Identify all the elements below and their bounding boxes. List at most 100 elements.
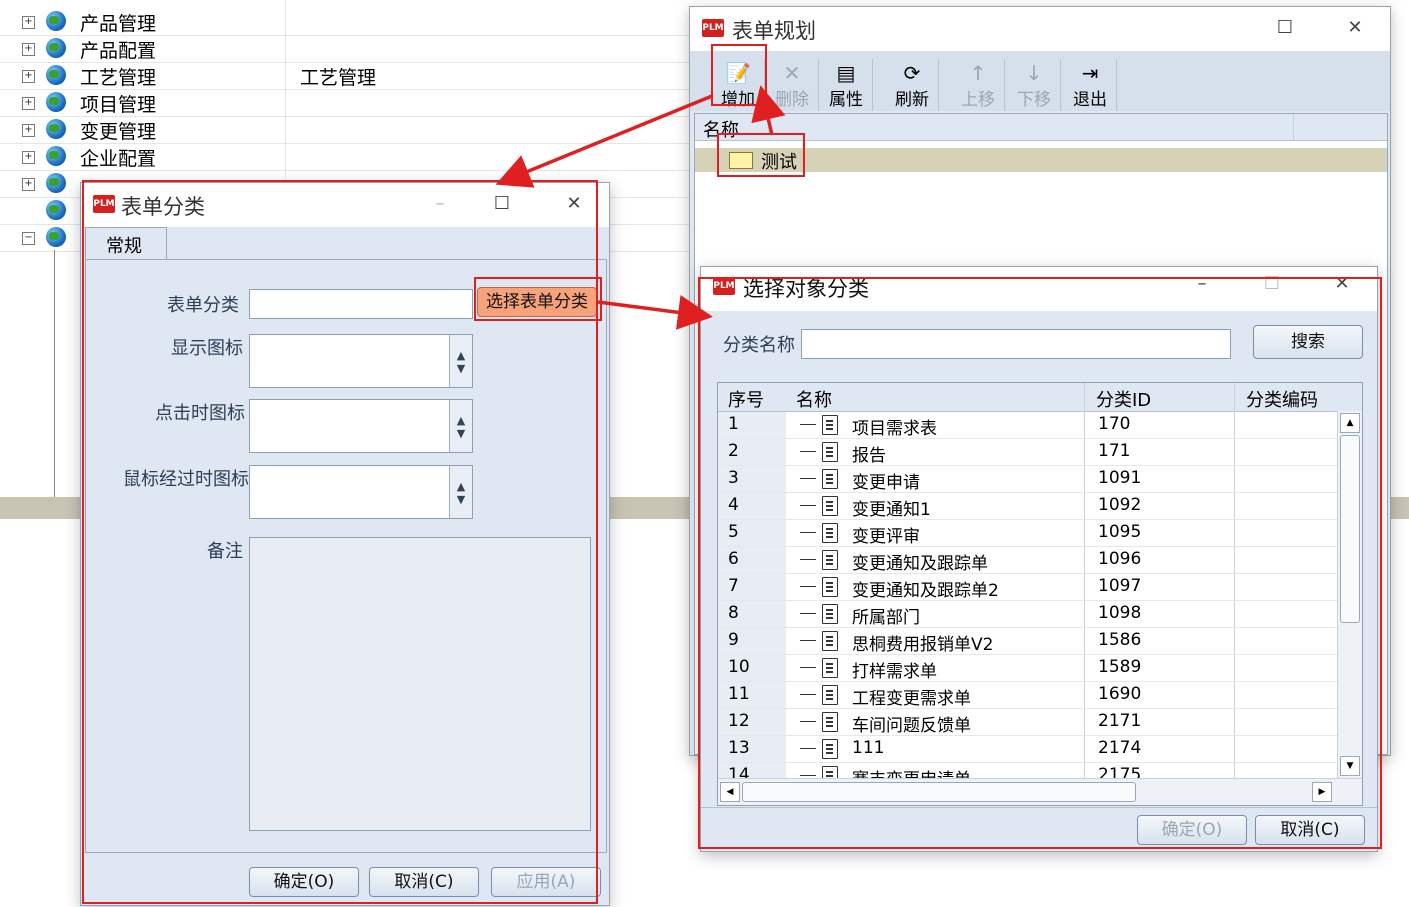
horizontal-scrollbar[interactable]: ◀ ▶ — [718, 778, 1362, 805]
plw-logo-icon: PLM — [713, 277, 735, 295]
table-row[interactable]: 1 项目需求表 170 — [718, 411, 1338, 439]
horizontal-scroll-thumb[interactable] — [742, 782, 1136, 802]
maximize-icon[interactable]: ☐ — [1272, 15, 1298, 41]
cell-name: 变更通知及跟踪单 — [852, 554, 988, 574]
scroll-right-icon[interactable]: ▶ — [1312, 782, 1332, 802]
display-icon-field[interactable]: ▲ ▼ — [249, 334, 473, 388]
select-category-button[interactable]: 选择表单分类 — [477, 287, 597, 317]
table-row[interactable]: 11 工程变更需求单 1690 — [718, 681, 1338, 709]
tree-row[interactable]: + 产品管理 — [0, 8, 700, 36]
cell-id: 1690 — [1098, 684, 1142, 704]
close-icon[interactable]: ✕ — [1329, 271, 1355, 297]
tree-connector — [800, 694, 816, 695]
table-row[interactable]: 3 变更申请 1091 — [718, 465, 1338, 493]
maximize-icon[interactable]: ☐ — [1259, 271, 1285, 297]
globe-icon — [46, 38, 66, 58]
category-table: 序号 名称 分类ID 分类编码 1 项目需求表 170 2 报告 171 3 变更申请 1091… — [717, 382, 1363, 806]
maximize-icon[interactable]: ☐ — [489, 191, 515, 217]
cell-name: 工程变更需求单 — [852, 689, 971, 709]
vertical-scrollbar[interactable]: ▲ ▼ — [1337, 411, 1362, 778]
table-row[interactable]: 4 变更通知1 1092 — [718, 492, 1338, 520]
globe-icon — [46, 146, 66, 166]
table-row[interactable]: 5 变更评审 1095 — [718, 519, 1338, 547]
tree-row[interactable]: + 产品配置 — [0, 35, 700, 63]
table-row[interactable]: 12 车间问题反馈单 2171 — [718, 708, 1338, 736]
remark-textarea[interactable] — [249, 537, 591, 831]
document-icon — [822, 577, 838, 597]
tree-row[interactable]: + 工艺管理 工艺管理 — [0, 62, 700, 90]
cell-no: 6 — [728, 549, 739, 569]
table-row[interactable]: 10 打样需求单 1589 — [718, 654, 1338, 682]
footer-divider — [701, 807, 1377, 808]
cell-name: 变更评审 — [852, 527, 920, 547]
cell-id: 2174 — [1098, 738, 1142, 758]
tree-item-label: 产品管理 — [80, 13, 157, 35]
category-input[interactable] — [249, 289, 473, 319]
document-icon — [822, 442, 838, 462]
cell-no: 5 — [728, 522, 739, 542]
hover-icon-field[interactable]: ▲ ▼ — [249, 465, 473, 519]
tree-connector-line — [54, 250, 55, 510]
move-down-button[interactable]: ↓ 下移 — [1008, 59, 1061, 111]
arrow-down-icon: ↓ — [1025, 61, 1043, 85]
table-row[interactable]: 9 思桐费用报销单V2 1586 — [718, 627, 1338, 655]
spinner-icon[interactable]: ▲ ▼ — [449, 466, 472, 518]
search-label: 分类名称 — [723, 335, 795, 356]
tree-connector — [800, 478, 816, 479]
ok-button[interactable]: 确定(O) — [1137, 815, 1247, 845]
minimize-icon[interactable]: – — [1189, 271, 1215, 297]
cell-no: 3 — [728, 468, 739, 488]
form-category-window: PLM 表单分类 – ☐ ✕ 常规 表单分类 选择表单分类 显示图标 ▲ ▼ 点击… — [80, 182, 610, 906]
search-input[interactable] — [801, 329, 1231, 359]
cell-name: 项目需求表 — [852, 419, 937, 439]
minimize-icon[interactable]: – — [427, 191, 453, 217]
table-row[interactable]: 7 变更通知及跟踪单2 1097 — [718, 573, 1338, 601]
tree-header: 名称 — [695, 114, 1387, 141]
table-row[interactable]: 13 111 2174 — [718, 735, 1338, 763]
title-bar: PLM 选择对象分类 – ☐ ✕ — [701, 267, 1377, 311]
table-row[interactable]: 6 变更通知及跟踪单 1096 — [718, 546, 1338, 574]
table-row[interactable]: 8 所属部门 1098 — [718, 600, 1338, 628]
spinner-icon[interactable]: ▲ ▼ — [449, 400, 472, 452]
tree-row[interactable]: + 项目管理 — [0, 89, 700, 117]
tree-item-label: 工艺管理 — [80, 67, 157, 89]
add-icon: 📝 — [726, 61, 751, 85]
cell-no: 12 — [728, 711, 750, 731]
cell-no: 11 — [728, 684, 750, 704]
cell-no: 13 — [728, 738, 750, 758]
scroll-left-icon[interactable]: ◀ — [720, 782, 740, 802]
tree-row-selected[interactable]: 测试 — [695, 148, 1387, 173]
move-up-button[interactable]: ↑ 上移 — [952, 59, 1005, 111]
close-icon[interactable]: ✕ — [1342, 15, 1368, 41]
tree-item-label: 企业配置 — [80, 148, 157, 170]
category-label: 表单分类 — [167, 295, 239, 316]
column-header-no: 序号 — [728, 390, 764, 411]
tab-general[interactable]: 常规 — [85, 227, 167, 260]
properties-button[interactable]: ▤ 属性 — [820, 59, 873, 111]
cancel-button[interactable]: 取消(C) — [369, 867, 479, 897]
hover-icon-label: 鼠标经过时图标 — [123, 469, 249, 490]
close-icon[interactable]: ✕ — [561, 191, 587, 217]
delete-button[interactable]: ✕ 删除 — [766, 59, 819, 111]
cell-name: 车间问题反馈单 — [852, 716, 971, 736]
remark-label: 备注 — [207, 541, 243, 562]
cell-id: 1586 — [1098, 630, 1142, 650]
column-header-code: 分类编码 — [1246, 390, 1318, 411]
apply-button[interactable]: 应用(A) — [491, 867, 601, 897]
cell-id: 1092 — [1098, 495, 1142, 515]
tree-item-label: 变更管理 — [80, 121, 157, 143]
add-button[interactable]: 📝 增加 — [712, 59, 765, 111]
scroll-up-icon[interactable]: ▲ — [1340, 413, 1360, 433]
tree-row[interactable]: + 企业配置 — [0, 143, 700, 171]
scroll-thumb[interactable] — [1340, 435, 1360, 623]
tree-row[interactable]: + 变更管理 — [0, 116, 700, 144]
refresh-button[interactable]: ⟳ 刷新 — [886, 59, 939, 111]
click-icon-field[interactable]: ▲ ▼ — [249, 399, 473, 453]
search-button[interactable]: 搜索 — [1253, 325, 1363, 359]
table-row[interactable]: 2 报告 171 — [718, 438, 1338, 466]
scroll-down-icon[interactable]: ▼ — [1340, 756, 1360, 776]
exit-button[interactable]: ⇥ 退出 — [1064, 59, 1117, 111]
ok-button[interactable]: 确定(O) — [249, 867, 359, 897]
cancel-button[interactable]: 取消(C) — [1255, 815, 1365, 845]
spinner-icon[interactable]: ▲ ▼ — [449, 335, 472, 387]
